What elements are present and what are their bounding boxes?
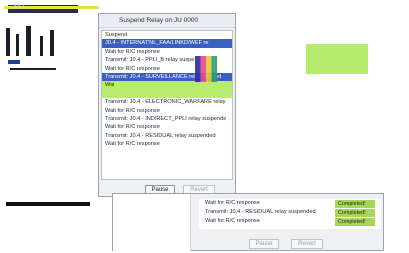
log-line: Wait for R/C response xyxy=(105,124,160,131)
glitch-pixel-block xyxy=(195,56,217,82)
black-divider-bar xyxy=(6,202,90,206)
screen: NU Suspend Relay on JU 0000 Suspend J0.4 … xyxy=(0,0,409,253)
completed-badge: Completed! xyxy=(335,208,375,217)
log-line: Transmit: J0.4 - RESIDUAL relay suspende… xyxy=(105,132,216,139)
relay-status-dialog: Wait for R/C response Completed! Transmit:… xyxy=(112,193,384,252)
status-row: Transmit: J0.4 - RESIDUAL relay suspende… xyxy=(199,208,381,217)
relay-status-log[interactable]: Wait for R/C response Completed! Transmit:… xyxy=(199,199,381,229)
glitch-bar xyxy=(50,30,54,56)
top-strip-label: NU xyxy=(14,4,25,11)
glitch-bar xyxy=(26,26,31,56)
status-panel xyxy=(236,30,408,186)
log-line: Wait for R/C response xyxy=(105,107,160,114)
revert-button-bottom[interactable]: Revert xyxy=(291,239,323,249)
log-line: Wait for R/C response xyxy=(105,48,160,55)
status-green-area xyxy=(306,44,368,74)
glitch-bar xyxy=(16,34,19,56)
glitch-bar xyxy=(10,68,56,70)
status-row: Wait for R/C response Completed! xyxy=(199,199,381,208)
glitch-bar xyxy=(6,28,10,56)
glitch-blue xyxy=(8,60,20,64)
status-row: Wait for R/C response Completed! xyxy=(199,217,381,226)
status-row-text: Wait for R/C response xyxy=(205,218,260,224)
log-line: Suspend xyxy=(105,32,128,38)
completed-badge: Completed! xyxy=(335,199,375,208)
relay-log[interactable]: Suspend J0.4 - INTERNAT'NL_FAA/LINKD/WEF … xyxy=(101,30,233,180)
dialog-title: Suspend Relay on JU 0000 xyxy=(99,14,235,28)
completed-badge: Completed! xyxy=(335,217,375,226)
glitch-bar xyxy=(40,36,43,56)
bottom-left-panel xyxy=(113,194,191,252)
left-glitch-artifacts xyxy=(0,16,110,86)
status-row-text: Wait for R/C response xyxy=(205,200,260,206)
status-row-text: Transmit: J0.4 - RESIDUAL relay suspende… xyxy=(205,209,316,215)
log-line: Wait for R/C response xyxy=(105,141,160,148)
log-line: Transmit: J0.4 - ELECTRONIC_WARFARE rela… xyxy=(105,99,226,106)
log-line: J0.4 - INTERNAT'NL_FAA/LINKD/WEF re xyxy=(102,39,232,48)
log-line: Wai xyxy=(102,81,232,90)
pause-button-bottom[interactable]: Pause xyxy=(249,239,279,249)
log-line: Transmit: J0.4 - INDIRECT_PPLI relay sus… xyxy=(105,115,227,122)
log-line xyxy=(102,89,232,99)
suspend-relay-dialog: Suspend Relay on JU 0000 Suspend J0.4 - I… xyxy=(98,13,236,197)
